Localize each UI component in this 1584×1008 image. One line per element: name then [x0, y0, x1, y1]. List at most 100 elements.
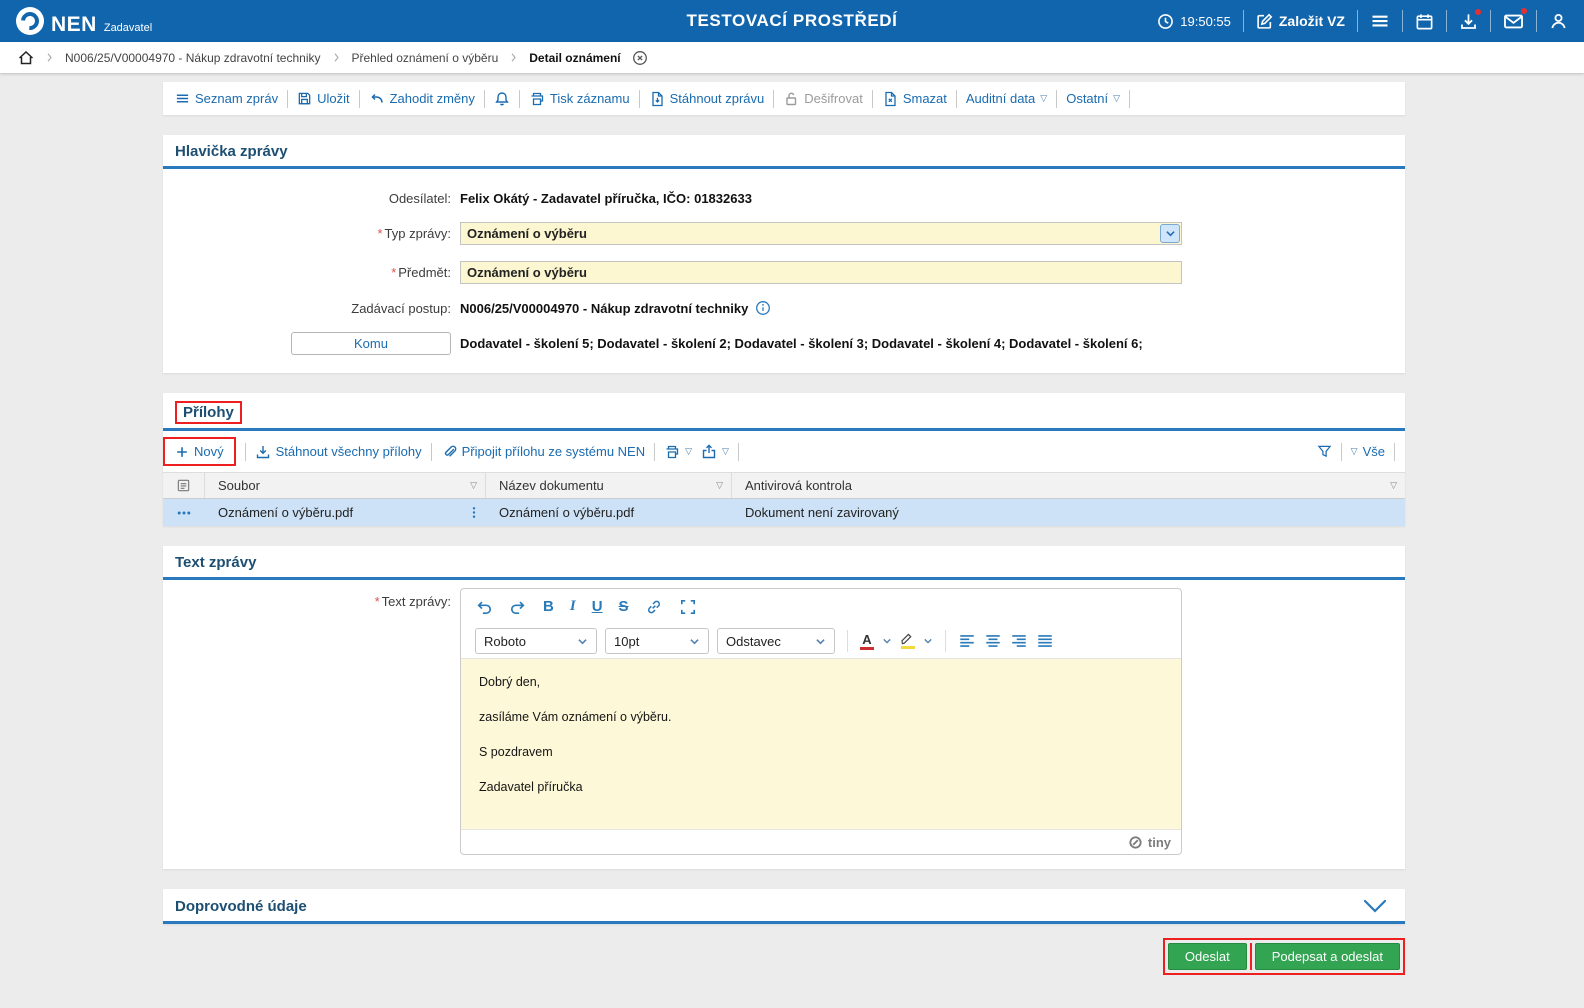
- paragraph: Zadavatel příručka: [479, 780, 583, 794]
- text-color-dropdown[interactable]: [882, 637, 892, 645]
- font-size-select[interactable]: 10pt: [605, 628, 709, 654]
- fullscreen-icon[interactable]: [679, 598, 697, 616]
- new-attachment-button[interactable]: Nový: [175, 444, 224, 459]
- tiny-logo-text[interactable]: tiny: [1148, 835, 1171, 850]
- divider: [955, 89, 957, 108]
- export-icon: [701, 443, 717, 460]
- attachment-file-name: Oznámení o výběru.pdf: [218, 505, 354, 520]
- attach-from-nen-button[interactable]: Připojit přílohu ze systému NEN: [441, 444, 646, 460]
- redo-icon[interactable]: [509, 598, 527, 616]
- expand-section-chevron-icon[interactable]: [1357, 897, 1393, 915]
- download-all-attachments-button[interactable]: Stáhnout všechny přílohy: [255, 444, 422, 460]
- filter-all-button[interactable]: ▽ Vše: [1351, 444, 1385, 459]
- section-doprovodne-udaje: Doprovodné údaje: [163, 889, 1405, 924]
- divider: [518, 89, 520, 108]
- menu-icon[interactable]: [1370, 11, 1390, 31]
- column-header-antivir[interactable]: Antivirová kontrola ▽: [732, 473, 1405, 498]
- text-color-button[interactable]: A: [860, 633, 874, 650]
- column-label: Antivirová kontrola: [745, 478, 852, 493]
- grid-settings-icon: [176, 478, 191, 493]
- send-button[interactable]: Odeslat: [1167, 943, 1247, 970]
- annotation-divider: [1249, 943, 1252, 970]
- required-marker: *: [391, 265, 397, 280]
- export-attachments-button[interactable]: ▽: [701, 443, 729, 460]
- kebab-menu-icon[interactable]: [470, 505, 478, 520]
- bold-button[interactable]: B: [543, 598, 554, 615]
- plus-icon: [175, 445, 189, 459]
- komu-button[interactable]: Komu: [291, 332, 451, 355]
- attachment-row[interactable]: Oznámení o výběru.pdf Oznámení o výběru.…: [163, 499, 1405, 526]
- paragraph: Dobrý den,: [479, 675, 541, 689]
- calendar-icon[interactable]: [1415, 12, 1434, 31]
- link-icon[interactable]: [645, 598, 663, 616]
- divider: [1402, 10, 1403, 32]
- editor-content-area[interactable]: Dobrý den, zasíláme Vám oznámení o výběr…: [461, 659, 1181, 829]
- predmet-input[interactable]: Oznámení o výběru: [460, 261, 1182, 284]
- mail-icon[interactable]: [1503, 6, 1528, 32]
- column-header-nazev[interactable]: Název dokumentu ▽: [486, 473, 732, 498]
- typ-zpravy-select[interactable]: Oznámení o výběru: [460, 222, 1182, 245]
- download-message-label: Stáhnout zprávu: [669, 91, 765, 106]
- create-vz-button[interactable]: Založit VZ: [1256, 13, 1345, 30]
- info-icon[interactable]: [755, 300, 771, 316]
- delete-button[interactable]: Smazat: [882, 91, 947, 107]
- breadcrumb-item-list[interactable]: Přehled oznámení o výběru: [352, 51, 499, 65]
- align-left-icon[interactable]: [958, 632, 976, 650]
- footer-actions: Odeslat Podepsat a odeslat: [163, 938, 1405, 995]
- home-icon[interactable]: [18, 50, 34, 66]
- section-attachments: Přílohy Nový Stáhnout všechny přílohy Př…: [163, 393, 1405, 526]
- font-family-select[interactable]: Roboto: [475, 628, 597, 654]
- attachments-table-header: Soubor ▽ Název dokumentu ▽ Antivirová ko…: [163, 472, 1405, 499]
- divider: [430, 442, 432, 461]
- discard-changes-label: Zahodit změny: [389, 91, 475, 106]
- column-header-soubor[interactable]: Soubor ▽: [205, 473, 486, 498]
- close-tab-icon[interactable]: [632, 50, 648, 66]
- breadcrumb-item-procedure[interactable]: N006/25/V00004970 - Nákup zdravotní tech…: [65, 51, 321, 65]
- strikethrough-button[interactable]: S: [619, 598, 629, 615]
- user-icon[interactable]: [1549, 12, 1568, 31]
- attach-from-nen-label: Připojit přílohu ze systému NEN: [461, 444, 646, 459]
- italic-button[interactable]: I: [570, 598, 576, 615]
- align-center-icon[interactable]: [984, 632, 1002, 650]
- divider: [1340, 442, 1342, 461]
- download-icon[interactable]: [1459, 7, 1482, 31]
- field-label: * Předmět:: [175, 265, 460, 280]
- message-list-button[interactable]: Seznam zpráv: [175, 91, 278, 106]
- sign-and-send-button[interactable]: Podepsat a odeslat: [1254, 943, 1400, 970]
- notify-button[interactable]: [494, 91, 510, 107]
- print-record-button[interactable]: Tisk záznamu: [529, 91, 630, 107]
- column-filter-icon[interactable]: ▽: [470, 481, 477, 490]
- discard-changes-button[interactable]: Zahodit změny: [369, 91, 475, 107]
- divider: [244, 442, 246, 461]
- cell-nazev: Oznámení o výběru.pdf: [486, 499, 732, 526]
- other-button[interactable]: Ostatní ▽: [1066, 91, 1120, 106]
- audit-data-button[interactable]: Auditní data ▽: [966, 91, 1047, 106]
- divider: [1242, 10, 1244, 32]
- save-button[interactable]: Uložit: [297, 91, 350, 106]
- field-label-text: Text zprávy:: [381, 594, 451, 609]
- table-settings-column[interactable]: [163, 473, 205, 498]
- undo-icon[interactable]: [475, 598, 493, 616]
- notification-badge: [1520, 6, 1528, 15]
- column-filter-icon[interactable]: ▽: [716, 481, 723, 490]
- brand[interactable]: NEN Zadavatel: [16, 7, 152, 35]
- column-filter-icon[interactable]: ▽: [1390, 481, 1397, 490]
- download-message-button[interactable]: Stáhnout zprávu: [649, 91, 765, 107]
- highlight-color-button[interactable]: [900, 633, 915, 649]
- field-label: Odesílatel:: [388, 191, 451, 206]
- brand-role: Zadavatel: [103, 22, 153, 34]
- align-right-icon[interactable]: [1010, 632, 1028, 650]
- filter-funnel-icon[interactable]: [1317, 444, 1332, 459]
- underline-button[interactable]: U: [592, 598, 603, 615]
- highlight-color-dropdown[interactable]: [923, 637, 933, 645]
- row-actions[interactable]: [163, 499, 205, 526]
- align-justify-icon[interactable]: [1036, 632, 1054, 650]
- chevron-right-icon: [45, 53, 54, 62]
- field-label: Zadávací postup:: [351, 300, 451, 316]
- bell-icon: [494, 91, 510, 107]
- printer-icon: [664, 444, 680, 460]
- print-attachments-button[interactable]: ▽: [664, 444, 692, 460]
- select-dropdown-button[interactable]: [1160, 224, 1180, 243]
- divider: [483, 89, 485, 108]
- block-format-select[interactable]: Odstavec: [717, 628, 835, 654]
